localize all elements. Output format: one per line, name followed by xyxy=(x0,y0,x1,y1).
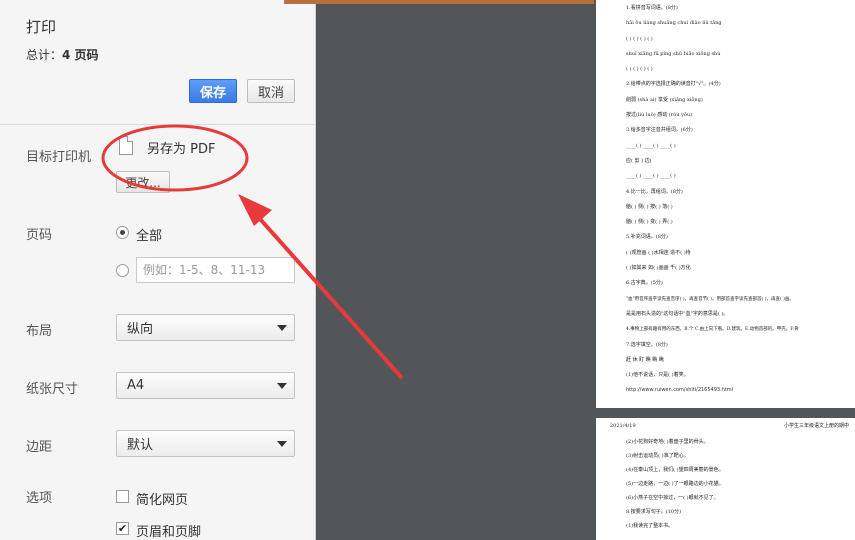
pages-label: 页码 xyxy=(26,228,53,243)
layout-select[interactable]: 纵向 xyxy=(116,314,295,341)
pages-range-radio[interactable] xyxy=(116,264,129,277)
pages-all-label: 全部 xyxy=(136,229,163,244)
total-pages: 总计：4 页码 xyxy=(26,48,99,62)
page-1-content: 1.看拼音写词语。(8分) hǎi ōu liáng shuǎng chuí di… xyxy=(626,5,855,388)
headers-footers-label: 页眉和页脚 xyxy=(136,525,202,540)
preview-line: ( ) ( ) ( ) ( ) xyxy=(626,35,653,42)
preview-line: 脑( ) 侧( ) 按( ) 落( ) xyxy=(626,203,673,210)
chevron-down-icon xyxy=(277,325,287,331)
panel-header: 打印 总计：4 页码 保存 取消 xyxy=(0,0,315,125)
preview-line: ____( ) ____( ) ____( ) xyxy=(626,142,676,149)
preview-line: (2)小花狗好奇地( )着盘子里的骨头。 xyxy=(626,439,709,445)
preview-line: ____( ) ____( ) ____( ) xyxy=(626,173,676,180)
print-settings-panel: 打印 总计：4 页码 保存 取消 目标打印机 另存为 PDF 更改... 页码 … xyxy=(0,0,316,540)
destination-name: 另存为 PDF xyxy=(147,142,216,157)
preview-line: ( )观管画 ( )水相连 造不( )待 xyxy=(626,249,691,256)
preview-line: hǎi ōu liáng shuǎng chuí diào liú tǎng xyxy=(626,20,722,27)
layout-label: 布局 xyxy=(26,324,53,339)
preview-page-2: 2021/4/19 小学生三年级语文上册的期中 (2)小花狗好奇地( )着盘子里… xyxy=(596,418,855,540)
preview-line: (4)在泰山顶上，我们( )望四周美丽的景色。 xyxy=(626,467,724,473)
top-image-strip xyxy=(284,0,594,4)
simplify-page-checkbox[interactable] xyxy=(116,490,129,503)
preview-line: shuǐ xiǎng fū píng shū biǎo xiōng shù xyxy=(626,50,721,57)
preview-line: 是是用石头造的"这句话中"血"字的意思是( )。 xyxy=(626,310,729,317)
save-button[interactable]: 保存 xyxy=(189,79,237,103)
page-2-header: 2021/4/19 小学生三年级语文上册的期中 xyxy=(610,424,855,440)
destination-label: 目标打印机 xyxy=(26,150,92,165)
preview-line: "血"用音序查字读先查音序( )，再查音节( )。用部首查字读先查部首( )，再… xyxy=(626,296,794,302)
preview-line: (1)我读完了整本书。 xyxy=(626,523,674,529)
preview-line: 应( 剪 ) 边( xyxy=(626,157,652,164)
change-destination-button[interactable]: 更改... xyxy=(116,171,170,193)
paper-size-select[interactable]: A4 xyxy=(116,372,295,399)
page-date: 2021/4/19 xyxy=(610,423,636,429)
preview-line: 4.事物上部有趣有用的东西。B.个 C.由上向下看。D.建筑。E.动物首部的。甲… xyxy=(626,327,799,333)
paper-size-value: A4 xyxy=(127,378,145,393)
preview-line: 1.看拼音写词语。(8分) xyxy=(626,5,678,11)
margins-label: 边距 xyxy=(26,440,53,455)
preview-line: (6)小燕子在空中掠过，一( )眼就不见了。 xyxy=(626,495,719,501)
preview-line: 6.古字典。(5分) xyxy=(626,280,663,287)
chevron-down-icon xyxy=(277,441,287,447)
preview-line: (5)一边走路，一边( )了一眼路边的小花猫。 xyxy=(626,481,724,487)
preview-line: 7.选字填空。(8分) xyxy=(626,341,668,348)
preview-line: 5.补充词语。(8分) xyxy=(626,234,668,241)
preview-line: 4.比一比，再组词。(8分) xyxy=(626,188,683,195)
margins-value: 默认 xyxy=(127,438,154,453)
page-2-content: (2)小花狗好奇地( )着盘子里的骨头。 (3)射击运动员( )准了靶心。 (4)在… xyxy=(610,440,855,538)
preview-line: (3)射击运动员( )准了靶心。 xyxy=(626,453,689,459)
preview-line: 赶 休 盯 瞧 瞧 瞅 xyxy=(626,356,664,363)
paper-size-label: 纸张尺寸 xyxy=(26,382,79,397)
layout-value: 纵向 xyxy=(127,322,154,337)
page-header-title: 小学生三年级语文上册的期中 xyxy=(783,423,849,429)
preview-line: (1)他不说话，只是( )着笑。 xyxy=(626,372,689,379)
page-url: http://www.ruiwen.com/shiti/2165493.html xyxy=(626,387,734,394)
preview-page-1: 1.看拼音写词语。(8分) hǎi ōu liáng shuǎng chuí di… xyxy=(596,0,855,408)
preview-line: 3.给多音字注音并组词。(6分) xyxy=(626,127,693,134)
preview-line: 8.按要求写句子。(10分) xyxy=(626,509,682,515)
headers-footers-checkbox[interactable]: ✔ xyxy=(116,522,129,535)
cancel-button[interactable]: 取消 xyxy=(247,79,295,103)
chevron-down-icon xyxy=(277,383,287,389)
preview-line: 2.给带点的字选择正确的读音打"√"。(4分) xyxy=(626,81,721,88)
pages-range-input[interactable] xyxy=(136,257,295,283)
page-title: 打印 xyxy=(26,18,57,36)
margins-select[interactable]: 默认 xyxy=(116,430,295,457)
options-label: 选项 xyxy=(26,491,53,506)
pdf-file-icon xyxy=(119,136,133,155)
simplify-page-label: 简化网页 xyxy=(136,493,189,508)
preview-line: 削弱 (shà ai) 享受 (xiǎng xiōng) xyxy=(626,96,703,103)
pages-all-radio[interactable] xyxy=(116,226,129,239)
